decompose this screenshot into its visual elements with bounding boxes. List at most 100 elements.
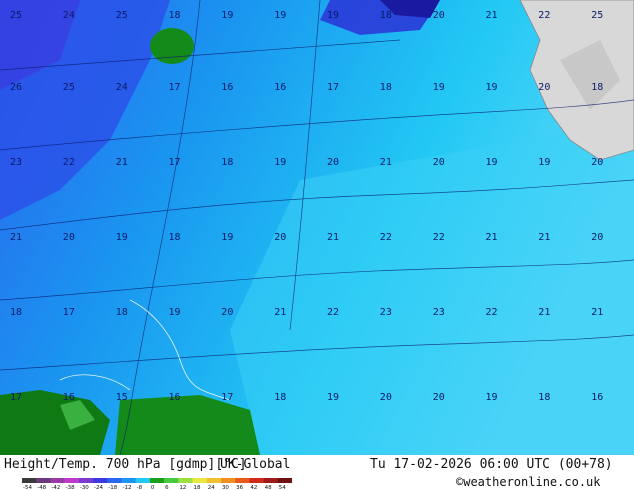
field-value: 18 [221, 157, 233, 168]
legend-tick-label: 48 [265, 485, 272, 490]
map-canvas: 25 24 25 18 19 19 19 18 20 21 22 25 26 25 24 17 16 16 17 18… [0, 0, 634, 455]
legend-swatch [36, 478, 51, 483]
field-value: 18 [169, 10, 181, 21]
legend-swatch [135, 478, 151, 483]
field-value: 19 [538, 157, 550, 168]
legend-tick-label: 6 [165, 485, 169, 490]
field-value: 22 [327, 307, 339, 318]
field-value: 21 [274, 307, 286, 318]
legend-tick-label: 18 [194, 485, 201, 490]
site-credit: ©weatheronline.co.uk [456, 475, 601, 489]
legend-swatch [178, 478, 193, 483]
field-value: 20 [221, 307, 233, 318]
field-value: 25 [591, 10, 603, 21]
field-value: 16 [591, 392, 603, 403]
field-value: 20 [591, 232, 603, 243]
color-legend-bar: -54 -48 -42 -38 -30 -24 -18 -12 -8 0 6 12 18 24 30 36 42… [22, 478, 292, 490]
valid-time: Tu 17-02-2026 06:00 UTC (00+78) [370, 457, 613, 472]
field-value: 22 [486, 307, 498, 318]
field-value: 16 [169, 392, 181, 403]
weather-map: 25 24 25 18 19 19 19 18 20 21 22 25 26 25 24 17 16 16 17 18… [0, 0, 634, 455]
field-value: 17 [169, 82, 181, 93]
field-value: 17 [169, 157, 181, 168]
map-footer: Height/Temp. 700 hPa [gdmp][°C] UK-Globa… [0, 455, 634, 490]
legend-swatch [22, 478, 37, 483]
legend-tick-label: 0 [151, 485, 155, 490]
field-value: 16 [63, 392, 75, 403]
field-value: 18 [274, 392, 286, 403]
legend-tick-label: -12 [122, 485, 131, 490]
field-value: 20 [433, 392, 445, 403]
field-value: 19 [116, 232, 128, 243]
field-value: 17 [327, 82, 339, 93]
field-value: 19 [486, 392, 498, 403]
field-value: 19 [169, 307, 181, 318]
field-value: 21 [116, 157, 128, 168]
field-value: 19 [486, 82, 498, 93]
field-value: 20 [274, 232, 286, 243]
field-value: 19 [433, 82, 445, 93]
field-value: 19 [274, 10, 286, 21]
legend-swatch [78, 478, 94, 483]
legend-tick-label: 36 [236, 485, 243, 490]
legend-swatch [64, 478, 80, 483]
legend-tick-label: 30 [222, 485, 229, 490]
field-value: 21 [486, 10, 498, 21]
field-value: 17 [221, 392, 233, 403]
legend-tick-label: 24 [208, 485, 215, 490]
field-value: 18 [10, 307, 22, 318]
legend-swatch [277, 478, 292, 483]
field-value: 18 [591, 82, 603, 93]
field-value: 19 [221, 232, 233, 243]
field-value: 24 [116, 82, 128, 93]
field-value: 25 [116, 10, 128, 21]
field-value: 19 [486, 157, 498, 168]
field-value: 21 [10, 232, 22, 243]
legend-swatch [164, 478, 179, 483]
legend-tick-label: -42 [51, 485, 60, 490]
legend-swatch [192, 478, 208, 483]
legend-swatch [249, 478, 264, 483]
field-value: 22 [538, 10, 550, 21]
field-value: 19 [274, 157, 286, 168]
field-value: 21 [486, 232, 498, 243]
field-value: 20 [591, 157, 603, 168]
legend-swatch [50, 478, 65, 483]
legend-swatch [220, 478, 236, 483]
field-value: 21 [591, 307, 603, 318]
field-value: 18 [538, 392, 550, 403]
field-value: 20 [538, 82, 550, 93]
field-value: 23 [10, 157, 22, 168]
field-value: 21 [538, 307, 550, 318]
field-value: 20 [433, 157, 445, 168]
field-value: 18 [169, 232, 181, 243]
model-name: UK-Global [220, 457, 291, 472]
field-value: 24 [63, 10, 75, 21]
field-value: 25 [63, 82, 75, 93]
field-value: 18 [116, 307, 128, 318]
legend-tick-label: -24 [94, 485, 103, 490]
field-value: 21 [327, 232, 339, 243]
legend-tick-label: 54 [279, 485, 286, 490]
legend-tick-label: 12 [179, 485, 186, 490]
legend-tick-label: 42 [250, 485, 257, 490]
field-value: 23 [380, 307, 392, 318]
field-value: 17 [10, 392, 22, 403]
legend-tick-label: -38 [66, 485, 75, 490]
legend-tick-label: -54 [23, 485, 32, 490]
field-value: 20 [433, 10, 445, 21]
field-value: 17 [63, 307, 75, 318]
legend-tick-label: -18 [108, 485, 117, 490]
legend-tick-label: -30 [80, 485, 89, 490]
field-value: 18 [380, 10, 392, 21]
legend-tick-label: -8 [137, 485, 143, 490]
legend-swatch [107, 478, 122, 483]
field-value: 19 [327, 392, 339, 403]
field-value: 20 [380, 392, 392, 403]
field-value: 22 [380, 232, 392, 243]
chart-title: Height/Temp. 700 hPa [gdmp][°C] [4, 457, 247, 472]
color-legend: -54 -48 -42 -38 -30 -24 -18 -12 -8 0 6 12 18 24 30 36 42… [22, 478, 292, 490]
field-value: 21 [380, 157, 392, 168]
field-value: 26 [10, 82, 22, 93]
field-value: 16 [221, 82, 233, 93]
